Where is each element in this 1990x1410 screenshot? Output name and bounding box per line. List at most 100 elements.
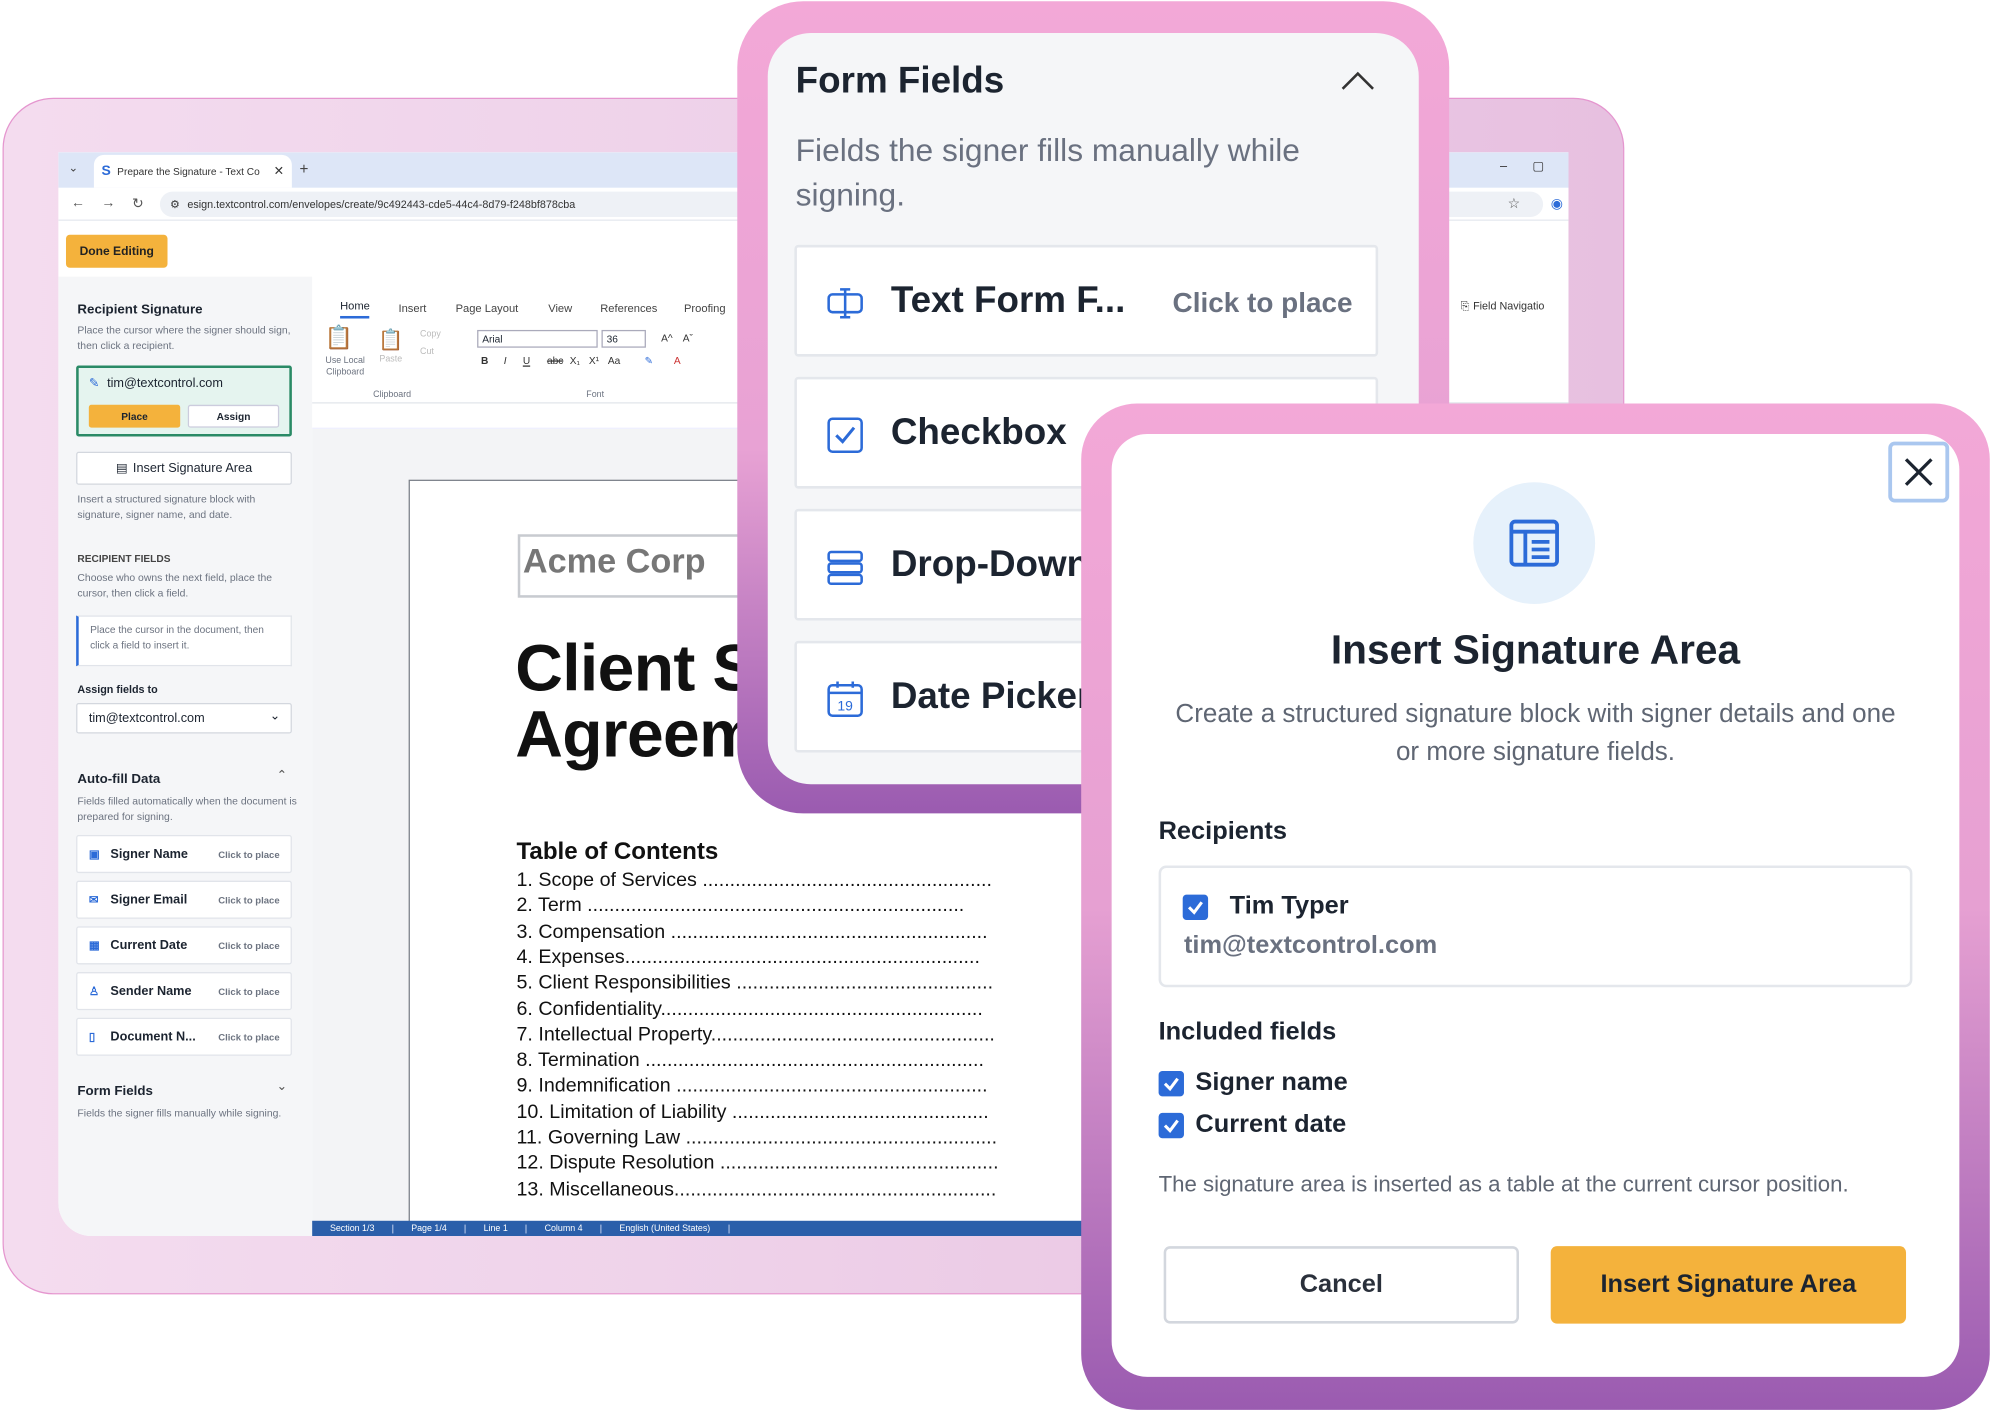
chevron-down-icon[interactable]: ⌄ [277,1080,288,1094]
autofill-item[interactable]: ▦ Current Date Click to place [76,926,292,965]
ribbon-tab-references[interactable]: References [600,302,657,315]
window-controls: – ▢ [1500,160,1544,174]
toc-entry: 13. Miscellaneous.......................… [516,1178,997,1200]
done-editing-button[interactable]: Done Editing [65,234,168,268]
font-name-select[interactable]: Arial [477,329,598,348]
bold-button[interactable]: B [481,355,488,366]
new-tab-icon[interactable]: + [299,160,308,178]
profile-icon[interactable]: ◉ [1551,195,1563,212]
paste-clipboard-icon[interactable]: 📋 [325,325,353,352]
textcontrol-logo-icon: S [101,163,111,179]
autofill-heading[interactable]: Auto-fill Data [77,772,160,787]
autofill-item[interactable]: ▯ Document N... Click to place [76,1017,292,1056]
place-button[interactable]: Place [88,404,181,428]
font-color-icon[interactable]: A [674,355,681,366]
subscript-button[interactable]: X₁ [570,355,580,366]
form-fields-desc: Fields the signer fills manually while s… [795,133,1300,214]
autofill-item[interactable]: ▣ Signer Name Click to place [76,835,292,874]
assign-button[interactable]: Assign [187,404,280,428]
table-icon: ▤ [115,461,128,476]
field-navigation-label: Field Navigatio [1473,299,1545,313]
ribbon-tab-home[interactable]: Home [340,299,370,319]
recipient-fields-desc: Choose who owns the next field, place th… [77,572,273,599]
autofill-item-label: Current Date [110,938,188,953]
ribbon-tab-page-layout[interactable]: Page Layout [456,302,519,315]
close-tab-icon[interactable]: ✕ [274,164,285,178]
form-field-item[interactable]: Text Form F... Click to place [794,244,1379,357]
shrink-font-icon[interactable]: Aˇ [683,332,693,343]
use-local-clipboard-label[interactable]: Use Local Clipboard [322,355,368,378]
cut-button[interactable]: Cut [420,348,434,357]
field-navigation-button[interactable]: ⎘ Field Navigatio [1461,299,1545,313]
recipients-label: Recipients [1158,817,1287,846]
document-title-line1: Client S [515,631,756,706]
cancel-button[interactable]: Cancel [1163,1246,1519,1324]
assign-fields-select[interactable]: tim@textcontrol.com ⌄ [76,703,292,734]
assign-fields-label: Assign fields to [77,682,158,696]
font-size-select[interactable]: 36 [601,329,646,348]
highlight-icon[interactable]: ✎ [645,355,654,366]
forward-icon[interactable]: → [102,195,116,210]
change-case-button[interactable]: Aa [608,355,620,366]
grow-font-icon[interactable]: A^ [661,332,673,343]
bookmark-star-icon[interactable]: ☆ [1508,195,1521,212]
formfields-heading[interactable]: Form Fields [77,1084,153,1099]
tab-list-icon[interactable]: ⌄ [69,161,79,175]
autofill-item[interactable]: ♙ Sender Name Click to place [76,972,292,1011]
close-dialog-button[interactable] [1888,441,1950,503]
chevron-up-icon[interactable]: ⌃ [277,769,288,783]
italic-button[interactable]: I [504,355,507,366]
calendar-icon: ▦ [88,938,100,952]
ribbon-tab-insert[interactable]: Insert [398,302,426,315]
toc-entry: 8. Termination .........................… [516,1049,984,1072]
copy-button[interactable]: Copy [420,330,441,339]
autofill-item[interactable]: ✉ Signer Email Click to place [76,880,292,919]
current-date-checkbox[interactable] [1158,1112,1184,1139]
signer-name-option[interactable]: Signer name [1195,1068,1347,1097]
click-to-place-label[interactable]: Click to place [1173,287,1353,320]
back-icon[interactable]: ← [71,195,85,210]
minimize-icon[interactable]: – [1500,160,1507,174]
underline-button[interactable]: U [523,355,530,366]
click-to-place-label[interactable]: Click to place [218,1031,279,1042]
clipboard-group-label: Clipboard [373,390,412,400]
recipient-fields-heading: RECIPIENT FIELDS [77,553,171,565]
toc-entry: 11. Governing Law ......................… [516,1126,998,1149]
check-icon [1163,1077,1179,1092]
site-info-icon[interactable]: ⚙ [170,197,180,211]
strikethrough-button[interactable]: abc [547,355,563,366]
status-item: Column 4 [527,1223,602,1233]
insert-signature-area-button[interactable]: ▤ Insert Signature Area [76,451,292,485]
toc-entry: 6. Confidentiality......................… [516,998,983,1020]
ribbon-tab-proofing[interactable]: Proofing [684,302,726,315]
reload-icon[interactable]: ↻ [132,195,144,212]
recipient-card[interactable]: ✎ tim@textcontrol.com Place Assign [76,365,292,437]
chevron-down-icon: ⌄ [269,709,281,724]
paste-label[interactable]: Paste [379,355,402,364]
insert-signature-area-submit-button[interactable]: Insert Signature Area [1550,1246,1907,1324]
signer-name-checkbox[interactable] [1158,1071,1184,1097]
click-to-place-label[interactable]: Click to place [218,894,279,905]
form-field-label: Drop-Down [890,544,1090,586]
chevron-up-icon[interactable] [1339,69,1377,94]
superscript-button[interactable]: X¹ [589,355,599,366]
insert-signature-area-dialog: Insert Signature Area Create a structure… [1111,433,1960,1377]
recipient-signature-heading: Recipient Signature [77,302,203,318]
recipient-email: tim@textcontrol.com [107,376,223,391]
current-date-option[interactable]: Current date [1195,1110,1346,1139]
recipient-checkbox[interactable] [1182,894,1209,921]
toc-entry: 2. Term ................................… [516,895,965,917]
click-to-place-label[interactable]: Click to place [218,848,279,859]
browser-tab[interactable]: S Prepare the Signature - Text Co ✕ [93,154,292,188]
font-name-value: Arial [482,333,503,345]
click-to-place-label[interactable]: Click to place [218,985,279,996]
autofill-item-label: Signer Email [110,892,188,907]
status-item: Page 1/4 [393,1223,466,1233]
maximize-icon[interactable]: ▢ [1532,160,1544,174]
paste-icon[interactable]: 📋 [378,327,403,352]
recipient-option[interactable]: Tim Typer tim@textcontrol.com [1158,865,1913,988]
ribbon-tab-view[interactable]: View [548,302,572,315]
tab-title: Prepare the Signature - Text Co [117,165,260,178]
close-icon [1904,458,1933,486]
click-to-place-label[interactable]: Click to place [218,940,279,951]
